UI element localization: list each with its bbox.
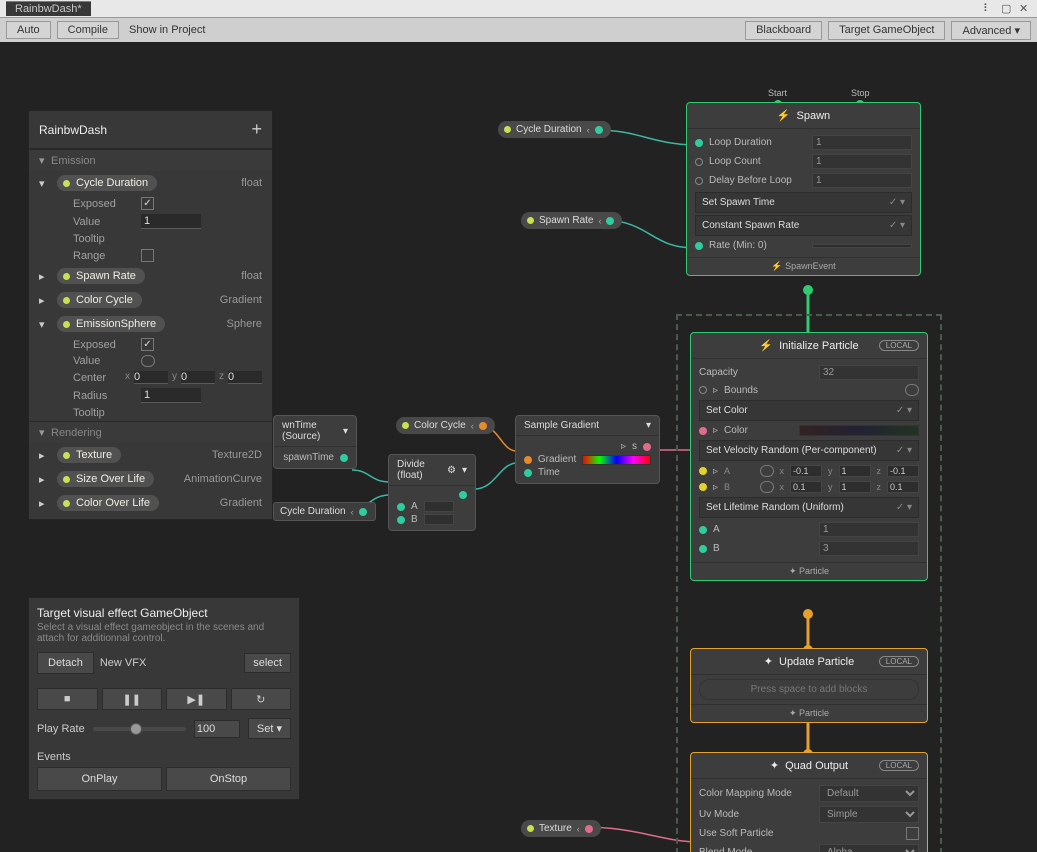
blackboard-button[interactable]: Blackboard (745, 21, 822, 40)
initialize-particle-node[interactable]: ⚡Initialize ParticleLOCAL Capacity ▹ Bou… (690, 332, 928, 581)
radius-input[interactable] (141, 388, 201, 403)
prop-texture[interactable]: ▸TextureTexture2D (29, 443, 272, 467)
advanced-button[interactable]: Advanced ▾ (951, 21, 1031, 40)
window-tab[interactable]: RainbwDash* (6, 1, 91, 16)
cycle-duration-chip[interactable]: Cycle Duration‹ (498, 121, 611, 138)
restart-button[interactable]: ↻ (231, 688, 292, 710)
category-rendering[interactable]: ▾Rendering (29, 421, 272, 443)
update-particle-node[interactable]: ✦ Update ParticleLOCAL Press space to ad… (690, 648, 928, 723)
center-vector-input[interactable]: xyz (125, 371, 262, 384)
detach-button[interactable]: Detach (37, 652, 94, 674)
target-title: Target visual effect GameObject (37, 606, 291, 620)
prop-color-cycle[interactable]: ▸Color CycleGradient (29, 288, 272, 312)
color-swatch[interactable] (799, 425, 919, 436)
pause-button[interactable]: ❚❚ (102, 688, 163, 710)
add-property-button[interactable]: + (251, 119, 262, 140)
sample-gradient-node[interactable]: Sample Gradient▾ ▹ s Gradient Time (515, 415, 660, 484)
prop-emission-sphere[interactable]: ▾EmissionSphereSphere (29, 312, 272, 336)
set-lifetime-block[interactable]: Set Lifetime Random (Uniform)✓ ▾ (699, 497, 919, 518)
compile-button[interactable]: Compile (57, 21, 119, 39)
target-gameobject-button[interactable]: Target GameObject (828, 21, 945, 40)
playrate-label: Play Rate (37, 723, 85, 735)
gear-icon[interactable]: ⚙ (447, 465, 456, 476)
cycle-duration-output[interactable]: Cycle Duration‹ (273, 502, 376, 521)
spawntime-source-node[interactable]: wnTime (Source)▾ spawnTime (273, 415, 357, 469)
gradient-swatch[interactable] (582, 455, 651, 465)
new-vfx-label: New VFX (100, 657, 146, 669)
target-panel: Target visual effect GameObject Select a… (28, 597, 300, 800)
select-button[interactable]: select (244, 653, 291, 673)
blackboard-panel: RainbwDash + ▾Emission ▾Cycle Durationfl… (28, 110, 273, 520)
spawn-node[interactable]: ⚡Spawn Loop Duration Loop Count Delay Be… (686, 102, 921, 276)
playrate-input[interactable] (194, 720, 240, 738)
toolbar: Auto Compile Show in Project Blackboard … (0, 18, 1037, 42)
dock-icon[interactable]: ⠇ (983, 2, 997, 16)
exposed-checkbox[interactable]: ✓ (141, 338, 154, 351)
set-color-block[interactable]: Set Color✓ ▾ (699, 400, 919, 421)
onstop-button[interactable]: OnStop (166, 767, 291, 791)
show-in-project-button[interactable]: Show in Project (129, 24, 205, 36)
set-button[interactable]: Set ▾ (248, 718, 291, 739)
category-emission[interactable]: ▾Emission (29, 149, 272, 171)
bolt-icon: ⚡ (777, 109, 791, 122)
constant-spawn-rate-block[interactable]: Constant Spawn Rate✓ ▾ (695, 215, 912, 236)
link-icon (141, 355, 155, 367)
divide-node[interactable]: Divide (float)⚙▾ A B (388, 454, 476, 531)
value-input[interactable] (141, 214, 201, 229)
close-icon[interactable]: ✕ (1019, 2, 1033, 16)
auto-button[interactable]: Auto (6, 21, 51, 39)
add-blocks-hint[interactable]: Press space to add blocks (699, 679, 919, 700)
bolt-icon: ⚡ (771, 261, 782, 271)
onplay-button[interactable]: OnPlay (37, 767, 162, 791)
events-label: Events (37, 751, 71, 763)
maximize-icon[interactable]: ▢ (1001, 2, 1015, 16)
prop-spawn-rate[interactable]: ▸Spawn Ratefloat (29, 264, 272, 288)
set-spawn-time-block[interactable]: Set Spawn Time✓ ▾ (695, 192, 912, 213)
spawn-rate-chip[interactable]: Spawn Rate‹ (521, 212, 622, 229)
exposed-checkbox[interactable]: ✓ (141, 197, 154, 210)
set-velocity-block[interactable]: Set Velocity Random (Per-component)✓ ▾ (699, 440, 919, 461)
prop-color-over-life[interactable]: ▸Color Over LifeGradient (29, 491, 272, 519)
step-button[interactable]: ▶❚ (166, 688, 227, 710)
playrate-slider[interactable] (93, 727, 186, 731)
color-cycle-chip[interactable]: Color Cycle‹ (396, 417, 495, 434)
window-titlebar: RainbwDash* ⠇ ▢ ✕ (0, 0, 1037, 18)
texture-chip[interactable]: Texture‹ (521, 820, 601, 837)
bolt-icon: ⚡ (759, 339, 773, 352)
stop-button[interactable]: ■ (37, 688, 98, 710)
graph-canvas[interactable]: RainbwDash + ▾Emission ▾Cycle Durationfl… (0, 42, 1037, 852)
prop-cycle-duration[interactable]: ▾Cycle Durationfloat (29, 171, 272, 195)
target-desc: Select a visual effect gameobject in the… (37, 622, 291, 644)
prop-size-over-life[interactable]: ▸Size Over LifeAnimationCurve (29, 467, 272, 491)
quad-output-node[interactable]: ✦ Quad OutputLOCAL Color Mapping ModeDef… (690, 752, 928, 852)
range-checkbox[interactable] (141, 249, 154, 262)
blackboard-title: RainbwDash (39, 123, 107, 137)
